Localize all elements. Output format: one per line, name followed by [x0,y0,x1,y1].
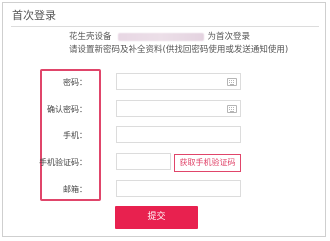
email-field[interactable] [116,180,241,197]
dialog-title: 首次登录 [12,9,56,22]
confirm-password-field[interactable] [116,100,241,117]
submit-button[interactable]: 提交 [115,206,198,229]
verification-code-field[interactable] [116,153,171,170]
keyboard-icon[interactable] [227,105,237,113]
phone-label: 手机： [63,131,87,140]
email-label: 邮箱： [63,185,87,194]
verification-code-label: 手机验证码： [39,158,87,167]
get-verification-code-button[interactable]: 获取手机验证码 [174,154,241,172]
password-label: 密码： [63,78,87,87]
redacted-device-name [117,32,204,41]
intro-suffix: 为首次登录 [207,32,251,42]
title-divider [11,26,319,27]
first-login-panel: 首次登录 花生壳设备 为首次登录 请设置新密码及补全资料(供找回密码使用或发送通知… [2,2,326,237]
intro-text: 花生壳设备 为首次登录 请设置新密码及补全资料(供找回密码使用或发送通知使用) [69,31,288,57]
keyboard-icon[interactable] [227,78,237,86]
phone-field[interactable] [116,126,241,143]
password-field[interactable] [116,73,241,90]
intro-line-2: 请设置新密码及补全资料(供找回密码使用或发送通知使用) [69,45,289,55]
confirm-password-label: 确认密码： [47,105,87,114]
intro-prefix: 花生壳设备 [69,32,112,42]
